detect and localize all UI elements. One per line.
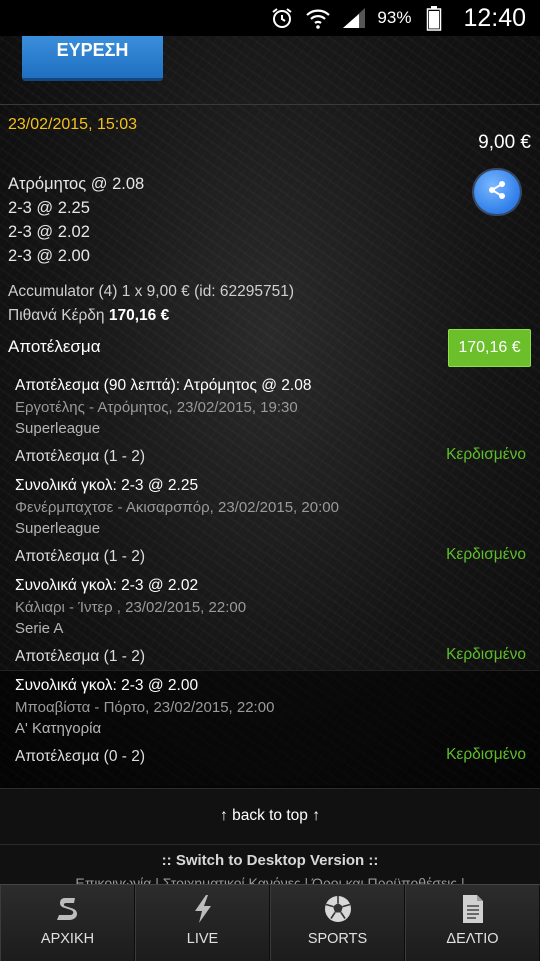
lightning-icon [192, 895, 214, 923]
tab-live[interactable]: LIVE [135, 885, 270, 961]
alarm-clock-icon [269, 5, 295, 31]
bet-league: Superleague [15, 520, 101, 537]
bet-item: Συνολικά γκολ: 2-3 @ 2.25 Φενέρμπαχτσε -… [0, 470, 540, 570]
bet-league: Superleague [15, 420, 101, 437]
search-button[interactable]: ΕΥΡΕΣΗ [22, 36, 163, 81]
ticket-date: 23/02/2015, 15:03 [8, 116, 138, 133]
bet-list: Αποτέλεσμα (90 λεπτά): Ατρόμητος @ 2.08 … [0, 370, 540, 791]
document-icon [461, 895, 485, 923]
bet-league: Serie A [15, 620, 64, 637]
bet-outcome: Αποτέλεσμα (1 - 2) [15, 548, 146, 565]
bet-status: Κερδισμένο [446, 446, 526, 463]
home-s-logo-icon [55, 895, 81, 923]
selection-item: Ατρόμητος @ 2.08 [8, 175, 145, 193]
tab-label: ΔΕΛΤΙΟ [446, 931, 499, 947]
bet-market: Συνολικά γκολ: 2-3 @ 2.02 [15, 577, 199, 594]
tab-sports[interactable]: SPORTS [270, 885, 405, 961]
bottom-tab-bar: ΑΡΧΙΚΗ LIVE SPORTS ΔΕΛΤΙΟ [0, 884, 540, 961]
signal-icon [341, 5, 367, 31]
tab-label: ΑΡΧΙΚΗ [40, 931, 95, 947]
wifi-icon [305, 5, 331, 31]
status-time: 12:40 [463, 3, 526, 32]
bet-league: Α' Κατηγορία [15, 720, 102, 737]
bet-item: Συνολικά γκολ: 2-3 @ 2.02 Κάλιαρι - Ίντε… [0, 570, 540, 670]
ticket-stake: 9,00 € [478, 132, 531, 153]
selection-item: 2-3 @ 2.00 [8, 247, 90, 265]
bet-market: Συνολικά γκολ: 2-3 @ 2.25 [15, 477, 199, 494]
tab-betslip[interactable]: ΔΕΛΤΙΟ [405, 885, 540, 961]
divider [0, 844, 540, 845]
bet-status: Κερδισμένο [446, 646, 526, 663]
bet-item: Συνολικά γκολ: 2-3 @ 2.00 Μποαβίστα - Πό… [0, 670, 540, 791]
selection-item: 2-3 @ 2.02 [8, 223, 90, 241]
accumulator-info: Accumulator (4) 1 x 9,00 € (id: 62295751… [8, 283, 295, 300]
bet-event: Φενέρμπαχτσε - Ακισαρσπόρ, 23/02/2015, 2… [15, 499, 339, 516]
bet-status: Κερδισμένο [446, 546, 526, 563]
tab-label: LIVE [186, 931, 219, 947]
soccer-ball-icon [323, 895, 353, 923]
divider [0, 104, 540, 105]
bet-outcome: Αποτέλεσμα (1 - 2) [15, 448, 146, 465]
bet-event: Εργοτέλης - Ατρόμητος, 23/02/2015, 19:30 [15, 399, 298, 416]
status-bar: 93% 12:40 [0, 0, 540, 36]
share-icon [486, 179, 508, 206]
bet-event: Μποαβίστα - Πόρτο, 23/02/2015, 22:00 [15, 699, 275, 716]
selection-list: Ατρόμητος @ 2.08 2-3 @ 2.25 2-3 @ 2.02 2… [8, 172, 144, 268]
bet-outcome: Αποτέλεσμα (0 - 2) [15, 748, 146, 765]
battery-percent: 93% [377, 8, 412, 27]
back-to-top-link[interactable]: ↑ back to top ↑ [0, 807, 540, 825]
page-footer: ↑ back to top ↑ :: Switch to Desktop Ver… [0, 788, 540, 889]
potential-win-value: 170,16 € [108, 307, 170, 324]
tab-home[interactable]: ΑΡΧΙΚΗ [0, 885, 135, 961]
bet-status: Κερδισμένο [446, 746, 526, 763]
result-heading: Αποτέλεσμα [8, 337, 101, 356]
potential-win-label: Πιθανά Κέρδη [8, 307, 105, 324]
share-button[interactable] [474, 170, 520, 214]
bet-outcome: Αποτέλεσμα (1 - 2) [15, 648, 146, 665]
potential-win: Πιθανά Κέρδη 170,16 € [8, 307, 169, 325]
bet-market: Αποτέλεσμα (90 λεπτά): Ατρόμητος @ 2.08 [15, 377, 312, 394]
bet-event: Κάλιαρι - Ίντερ , 23/02/2015, 22:00 [15, 599, 247, 616]
result-badge: 170,16 € [448, 329, 531, 367]
bet-market: Συνολικά γκολ: 2-3 @ 2.00 [15, 677, 199, 694]
battery-icon [421, 5, 447, 31]
tab-label: SPORTS [307, 931, 368, 947]
bet-item: Αποτέλεσμα (90 λεπτά): Ατρόμητος @ 2.08 … [0, 370, 540, 470]
selection-item: 2-3 @ 2.25 [8, 199, 90, 217]
desktop-version-link[interactable]: :: Switch to Desktop Version :: [0, 852, 540, 869]
